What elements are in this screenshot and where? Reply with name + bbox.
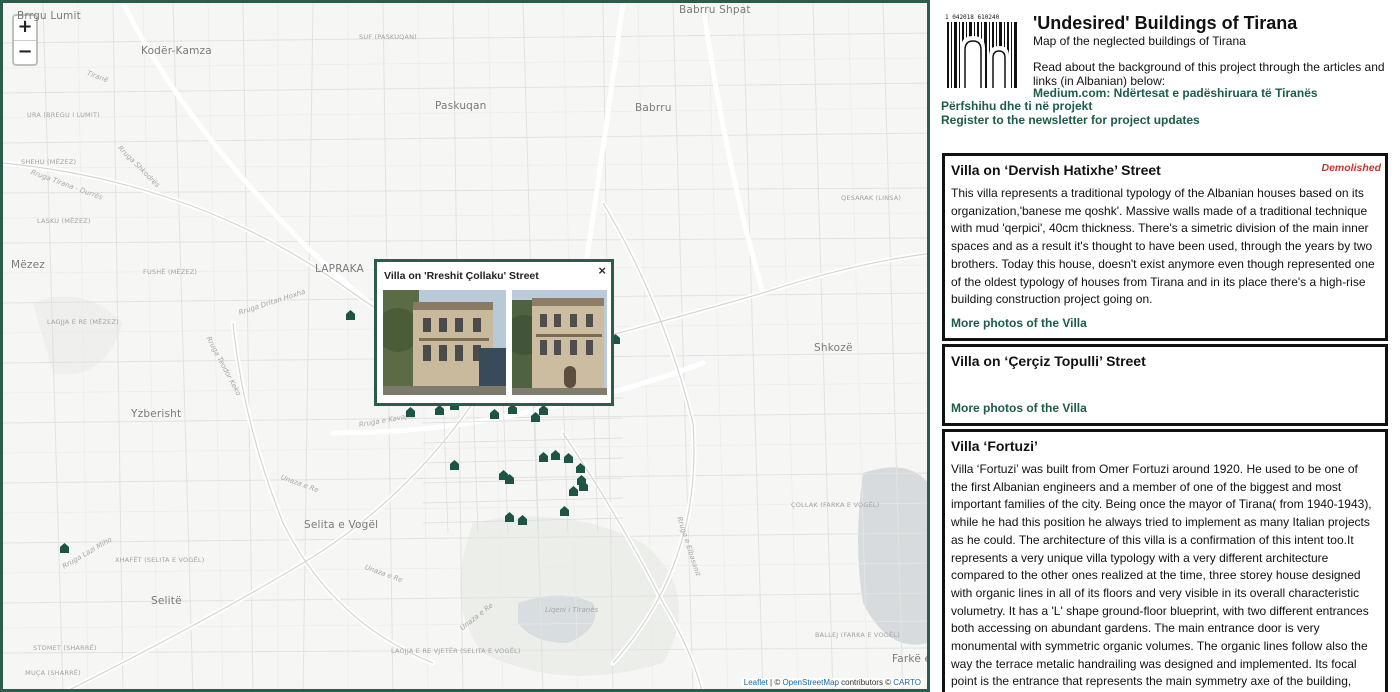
building-marker-icon[interactable]: [569, 486, 578, 496]
place-label: SUF (PASKUQAN): [359, 33, 417, 41]
place-label: ÇOLLAK (FARKA E VOGËL): [791, 501, 880, 509]
map-view[interactable]: + − Brrgu Lumit Kodër-Kamza Paskuqan Bab…: [0, 0, 930, 692]
place-label: Shkozë: [814, 342, 853, 354]
more-photos-link[interactable]: More photos of the Villa: [951, 401, 1087, 415]
building-marker-icon[interactable]: [505, 474, 514, 484]
place-label: Babrru Shpat: [679, 4, 751, 16]
card-description: This villa represents a traditional typo…: [951, 186, 1375, 307]
popup-close-button[interactable]: ×: [598, 263, 606, 278]
place-label: MUÇA (SHARRË): [25, 669, 81, 677]
logo-text: 1 042018 610240: [945, 14, 1000, 21]
building-marker-icon[interactable]: [560, 506, 569, 516]
leaflet-link[interactable]: Leaflet: [744, 678, 768, 687]
more-photos-link[interactable]: More photos of the Villa: [951, 316, 1087, 330]
place-label: LAPRAKA: [315, 263, 364, 275]
card-title: Villa ‘Fortuzi’: [951, 438, 1038, 454]
sidebar: 1 042018 610240 'Undesired' Buildings of…: [930, 0, 1400, 692]
place-label: Babrru: [635, 102, 672, 114]
building-marker-icon[interactable]: [576, 463, 585, 473]
building-card[interactable]: Villa ‘Fortuzi’ Villa ‘Fortuzi’ was buil…: [942, 429, 1388, 692]
building-photo[interactable]: [512, 290, 607, 395]
building-marker-icon[interactable]: [346, 310, 355, 320]
place-label: BALLEJ (FARKA E VOGËL): [815, 631, 900, 639]
osm-link[interactable]: OpenStreetMap: [782, 678, 838, 687]
building-marker-icon[interactable]: [450, 460, 459, 470]
place-label: Mëzez: [11, 259, 46, 271]
card-description: Villa ‘Fortuzi’ was built from Omer Fort…: [951, 462, 1372, 689]
medium-article-link[interactable]: Medium.com: Ndërtesat e padëshiruara të …: [1033, 86, 1318, 100]
building-photo[interactable]: [383, 290, 506, 395]
attribution-contributors: contributors ©: [838, 678, 894, 687]
place-label: FUSHË (MËZEZ): [143, 268, 198, 276]
attribution-separator: | ©: [767, 678, 783, 687]
building-marker-icon[interactable]: [518, 515, 527, 525]
place-label: Yzberisht: [131, 408, 182, 420]
building-marker-icon[interactable]: [539, 452, 548, 462]
building-marker-icon[interactable]: [435, 405, 444, 415]
place-label: SHEHU (MËZEZ): [21, 158, 77, 166]
page-title: 'Undesired' Buildings of Tirana: [1033, 13, 1298, 33]
building-marker-icon[interactable]: [490, 409, 499, 419]
place-label: LAGJJA E RE VJETËR (SELITA E VOGËL): [391, 647, 521, 655]
place-label: Selitë: [151, 595, 182, 607]
place-label: LAGJJA E RE (MËZEZ): [47, 318, 119, 326]
building-marker-icon[interactable]: [564, 453, 573, 463]
place-label: URA (BREGU I LUMIT): [27, 111, 100, 119]
map-attribution: Leaflet | © OpenStreetMap contributors ©…: [740, 678, 924, 687]
get-involved-link[interactable]: Përfshihu dhe ti në projekt: [941, 99, 1092, 113]
building-marker-icon[interactable]: [60, 543, 69, 553]
popup-title: Villa on 'Rreshit Çollaku' Street: [384, 270, 539, 282]
building-marker-icon[interactable]: [505, 512, 514, 522]
place-label: Brrgu Lumit: [17, 10, 81, 22]
place-label: Farkë e: [892, 653, 930, 665]
building-marker-icon[interactable]: [539, 405, 548, 415]
project-logo: 1 042018 610240: [945, 12, 1021, 92]
building-card[interactable]: Villa on ‘Çerçiz Topulli’ Street More ph…: [942, 344, 1388, 426]
place-label: Paskuqan: [435, 100, 487, 112]
carto-link[interactable]: CARTO: [893, 678, 921, 687]
card-title: Villa on ‘Dervish Hatixhe’ Street: [951, 162, 1161, 178]
place-label: LASKU (MËZEZ): [37, 217, 91, 225]
building-marker-icon[interactable]: [551, 450, 560, 460]
building-popup[interactable]: Villa on 'Rreshit Çollaku' Street ×: [374, 259, 614, 406]
card-title: Villa on ‘Çerçiz Topulli’ Street: [951, 353, 1146, 369]
newsletter-link[interactable]: Register to the newsletter for project u…: [941, 113, 1200, 127]
place-label: XHAFËT (SELITA E VOGËL): [115, 556, 205, 564]
place-label: Kodër-Kamza: [141, 45, 212, 57]
zoom-out-button[interactable]: −: [14, 40, 36, 64]
building-card[interactable]: Villa on ‘Dervish Hatixhe’ Street Demoli…: [942, 153, 1388, 341]
place-label: QESARAK (LINSA): [841, 194, 902, 202]
building-marker-icon[interactable]: [406, 407, 415, 417]
status-badge: Demolished: [1321, 162, 1381, 174]
place-label: Selita e Vogël: [304, 519, 379, 531]
place-label: STOMET (SHARRË): [33, 644, 97, 652]
page-subtitle: Map of the neglected buildings of Tirana: [1033, 34, 1246, 48]
intro-text: Read about the background of this projec…: [1033, 60, 1385, 88]
street-label: Liqeni i Tiranës: [545, 606, 599, 614]
building-marker-icon[interactable]: [579, 481, 588, 491]
